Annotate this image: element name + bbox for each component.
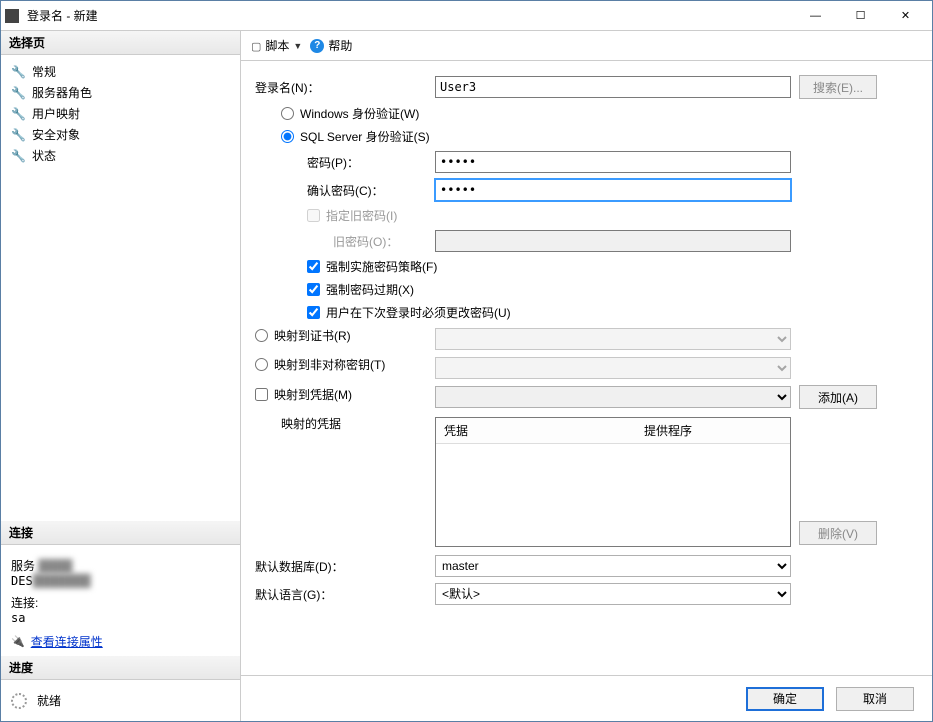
wrench-icon: 🔧 <box>11 128 26 142</box>
confirm-password-label: 确认密码(C)： <box>255 182 435 199</box>
help-icon: ? <box>310 39 324 53</box>
nav-user-mapping[interactable]: 🔧用户映射 <box>11 103 230 124</box>
close-button[interactable]: ✕ <box>883 2 928 30</box>
script-button[interactable]: 脚本 ▼ <box>251 37 302 54</box>
nav-securables[interactable]: 🔧安全对象 <box>11 124 230 145</box>
wrench-icon: 🔧 <box>11 149 26 163</box>
connect-icon: 🔌 <box>11 635 25 648</box>
remove-button[interactable]: 删除(V) <box>799 521 877 545</box>
default-lang-select[interactable]: <默认> <box>435 583 791 605</box>
default-db-select[interactable]: master <box>435 555 791 577</box>
server-value: DES████████ <box>11 574 230 588</box>
auth-sql-radio[interactable]: SQL Server 身份验证(S) <box>255 128 918 145</box>
auth-windows-radio[interactable]: Windows 身份验证(W) <box>255 105 918 122</box>
mapped-creds-label: 映射的凭据 <box>255 415 435 432</box>
view-connection-props-link[interactable]: 查看连接属性 <box>31 633 103 650</box>
enforce-expire-checkbox[interactable]: 强制密码过期(X) <box>255 281 918 298</box>
cred-select[interactable] <box>435 386 791 408</box>
old-password-input <box>435 230 791 252</box>
map-cert-radio[interactable]: 映射到证书(R) <box>255 327 435 344</box>
mapped-creds-table[interactable]: 凭据 提供程序 <box>435 417 791 547</box>
default-lang-label: 默认语言(G)： <box>255 586 435 603</box>
app-icon <box>5 9 19 23</box>
progress-status: 就绪 <box>37 692 61 709</box>
map-cred-checkbox[interactable]: 映射到凭据(M) <box>255 386 435 403</box>
cert-select <box>435 328 791 350</box>
connection-value: sa <box>11 611 230 625</box>
progress-header: 进度 <box>1 656 240 680</box>
old-password-label: 旧密码(O)： <box>255 233 435 250</box>
connection-info: 服务 ████ DES████████ 连接: sa 🔌 查看连接属性 <box>1 545 240 656</box>
maximize-button[interactable]: ☐ <box>838 2 883 30</box>
specify-old-checkbox: 指定旧密码(I) <box>255 207 918 224</box>
nav-server-roles[interactable]: 🔧服务器角色 <box>11 82 230 103</box>
map-asym-radio[interactable]: 映射到非对称密钥(T) <box>255 356 435 373</box>
minimize-button[interactable]: — <box>793 2 838 30</box>
page-list: 🔧常规 🔧服务器角色 🔧用户映射 🔧安全对象 🔧状态 <box>1 55 240 521</box>
asym-select <box>435 357 791 379</box>
th-provider: 提供程序 <box>636 418 790 443</box>
nav-status[interactable]: 🔧状态 <box>11 145 230 166</box>
nav-general[interactable]: 🔧常规 <box>11 61 230 82</box>
add-button[interactable]: 添加(A) <box>799 385 877 409</box>
progress-body: 就绪 <box>1 680 240 721</box>
spinner-icon <box>11 693 27 709</box>
titlebar: 登录名 - 新建 — ☐ ✕ <box>1 1 932 31</box>
confirm-password-input[interactable] <box>435 179 791 201</box>
connection-header: 连接 <box>1 521 240 545</box>
password-input[interactable] <box>435 151 791 173</box>
wrench-icon: 🔧 <box>11 107 26 121</box>
enforce-policy-checkbox[interactable]: 强制实施密码策略(F) <box>255 258 918 275</box>
cancel-button[interactable]: 取消 <box>836 687 914 711</box>
window-title: 登录名 - 新建 <box>27 7 793 24</box>
server-label: 服务 ████ <box>11 557 230 574</box>
default-db-label: 默认数据库(D)： <box>255 558 435 575</box>
wrench-icon: 🔧 <box>11 65 26 79</box>
ok-button[interactable]: 确定 <box>746 687 824 711</box>
select-page-header: 选择页 <box>1 31 240 55</box>
th-credential: 凭据 <box>436 418 636 443</box>
connection-label: 连接: <box>11 594 230 611</box>
login-name-input[interactable] <box>435 76 791 98</box>
password-label: 密码(P)： <box>255 154 435 171</box>
script-icon <box>251 39 261 53</box>
chevron-down-icon: ▼ <box>293 41 302 51</box>
login-name-label: 登录名(N)： <box>255 79 435 96</box>
must-change-checkbox[interactable]: 用户在下次登录时必须更改密码(U) <box>255 304 918 321</box>
wrench-icon: 🔧 <box>11 86 26 100</box>
help-button[interactable]: ? 帮助 <box>310 37 352 54</box>
search-button[interactable]: 搜索(E)... <box>799 75 877 99</box>
